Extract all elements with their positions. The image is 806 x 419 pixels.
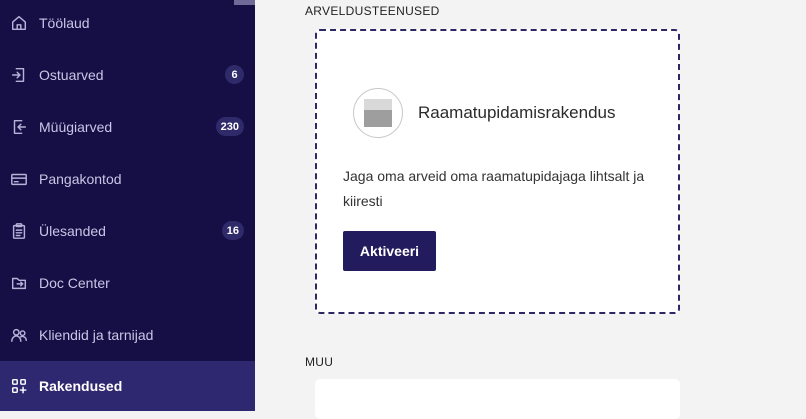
sidebar-item-ulesanded[interactable]: Ülesanded 16 (0, 206, 255, 256)
sidebar-item-label: Kliendid ja tarnijad (39, 327, 154, 343)
app-name: Raamatupidamisrakendus (418, 103, 616, 122)
section-title-arveldusteenused: ARVELDUSTEENUSED (305, 4, 440, 18)
sidebar-item-pangakontod[interactable]: Pangakontod (0, 154, 255, 204)
sidebar-item-label: Müügiarved (39, 119, 113, 135)
sidebar-item-label: Rakendused (39, 378, 123, 394)
count-badge: 230 (215, 117, 244, 136)
count-badge: 6 (225, 65, 244, 84)
home-icon (9, 13, 29, 33)
sidebar-item-rakendused[interactable]: Rakendused (0, 361, 255, 411)
activate-button[interactable]: Aktiveeri (343, 231, 436, 271)
clipboard-icon (9, 221, 29, 241)
sidebar-item-label: Ostuarved (39, 67, 104, 83)
sidebar-item-ostuarved[interactable]: Ostuarved 6 (0, 50, 255, 100)
app-logo-icon (353, 88, 403, 138)
bank-card-icon (9, 169, 29, 189)
app-description: Jaga oma arveid oma raamatupidajaga liht… (343, 168, 645, 209)
sidebar-item-label: Töölaud (39, 15, 90, 31)
section-title-muu: MUU (305, 355, 334, 369)
sidebar-item-muugiarved[interactable]: Müügiarved 230 (0, 102, 255, 152)
sidebar-item-toolaud[interactable]: Töölaud (0, 0, 255, 48)
sidebar: Töölaud Ostuarved 6 Müügiarved 230 Panga… (0, 0, 255, 411)
invoice-in-icon (9, 65, 29, 85)
sidebar-item-label: Pangakontod (39, 171, 122, 187)
app-card: Raamatupidamisrakendus Jaga oma arveid o… (315, 29, 680, 314)
contacts-icon (9, 325, 29, 345)
sidebar-item-doc-center[interactable]: Doc Center (0, 258, 255, 308)
count-badge: 16 (221, 221, 244, 240)
sidebar-item-label: Doc Center (39, 275, 110, 291)
apps-icon (9, 376, 29, 396)
app-card-other (315, 379, 680, 419)
sidebar-item-kliendid[interactable]: Kliendid ja tarnijad (0, 310, 255, 360)
sidebar-item-label: Ülesanded (39, 223, 106, 239)
doc-center-icon (9, 273, 29, 293)
invoice-out-icon (9, 117, 29, 137)
